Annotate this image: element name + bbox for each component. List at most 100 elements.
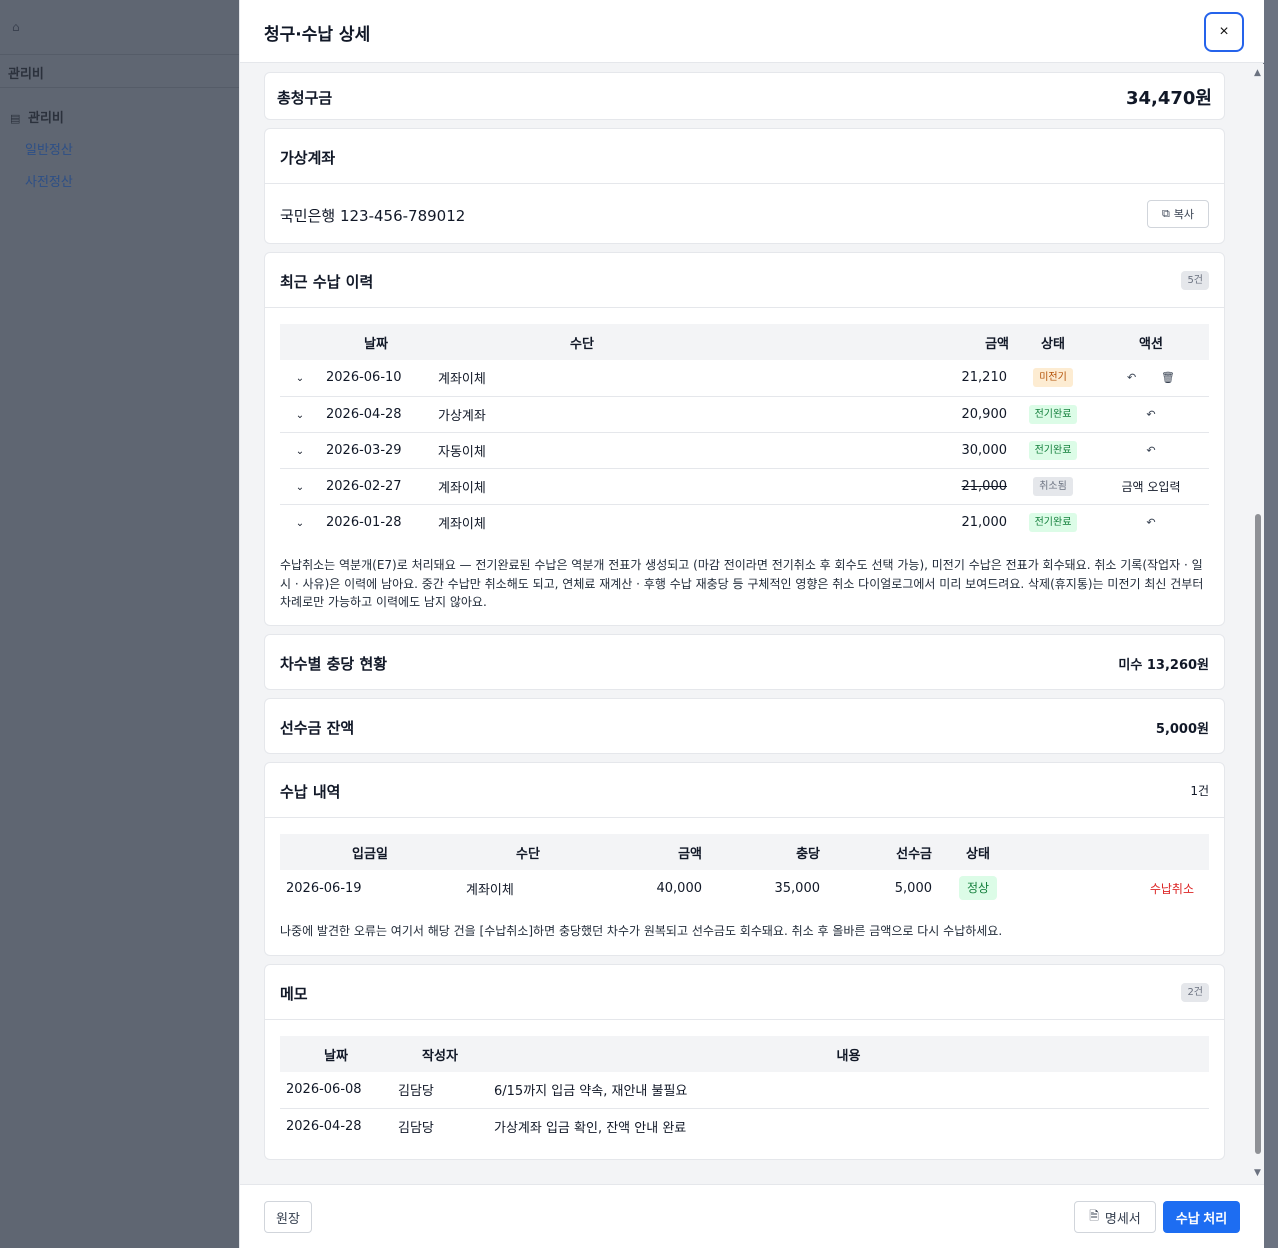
sidebar-group[interactable]: ▤ 관리비 xyxy=(10,107,64,126)
row-amount: 30,000 xyxy=(732,432,1013,469)
memo-card: 메모 2건 날짜 작성자 내용 2026-06-08 김담당 6/15까지 입금… xyxy=(264,964,1225,1160)
card-header: 수납 내역 1건 xyxy=(265,763,1224,818)
row-date: 2026-02-27 xyxy=(320,468,432,505)
scroll-down-arrow-icon[interactable]: ▼ xyxy=(1254,1168,1261,1178)
sidebar-item-pre-settlement[interactable]: 사전정산 xyxy=(25,171,73,190)
sidebar-divider xyxy=(0,54,239,55)
col-date: 날짜 xyxy=(280,1036,392,1072)
chevron-down-icon[interactable]: ⌄ xyxy=(296,410,304,421)
document-icon: 🗎 xyxy=(1089,1208,1099,1223)
billing-detail-modal: 청구·수납 상세 × 총청구금 34,470원 가상계좌 국민은행 123-45… xyxy=(239,0,1264,1248)
chevron-down-icon[interactable]: ⌄ xyxy=(296,518,304,529)
col-amount: 금액 xyxy=(596,834,708,870)
row-method: 계좌이체 xyxy=(432,468,732,505)
row-amount: 40,000 xyxy=(656,880,703,896)
col-action: 액션 xyxy=(1093,324,1209,360)
copy-button[interactable]: ⧉ 복사 xyxy=(1147,200,1209,228)
scrollbar-thumb[interactable] xyxy=(1255,514,1261,1154)
table-header-row: 날짜 작성자 내용 xyxy=(280,1036,1209,1072)
modal-header: 청구·수납 상세 × xyxy=(240,0,1264,63)
table-header-row: 입금일 수단 금액 충당 선수금 상태 xyxy=(280,834,1209,870)
allocation-status-card[interactable]: 차수별 충당 현황 미수 13,260원 xyxy=(264,634,1225,690)
copy-label: 복사 xyxy=(1173,209,1195,221)
prepaid-balance-card[interactable]: 선수금 잔액 5,000원 xyxy=(264,698,1225,754)
background-sidebar: ⌂ 관리비 ▤ 관리비 일반정산 사전정산 xyxy=(0,0,239,1248)
close-icon: × xyxy=(1219,23,1229,40)
chevron-down-icon[interactable]: ⌄ xyxy=(296,446,304,457)
scroll-up-arrow-icon[interactable]: ▲ xyxy=(1254,68,1261,78)
col-method: 수단 xyxy=(432,324,732,360)
col-status: 상태 xyxy=(1013,324,1093,360)
row-amount: 21,000 xyxy=(732,468,1013,505)
process-payment-button[interactable]: 수납 처리 xyxy=(1163,1201,1240,1233)
cancel-payment-link[interactable]: 수납취소 xyxy=(1150,882,1194,896)
table-header-row: 날짜 수단 금액 상태 액션 xyxy=(280,324,1209,360)
col-amount: 금액 xyxy=(732,324,1013,360)
table-row: ⌄ 2026-03-29 자동이체 30,000 전기완료 ↶ xyxy=(280,432,1209,469)
status-badge: 전기완료 xyxy=(1028,440,1078,460)
row-method: 자동이체 xyxy=(432,432,732,469)
receipt-icon: ▤ xyxy=(10,112,21,125)
row-amount: 21,000 xyxy=(961,514,1008,530)
virtual-account-card: 가상계좌 국민은행 123-456-789012 ⧉ 복사 xyxy=(264,128,1225,244)
col-date: 날짜 xyxy=(320,324,432,360)
chevron-down-icon[interactable]: ⌄ xyxy=(296,373,304,384)
table-row: ⌄ 2026-02-27 계좌이체 21,000 취소됨 금액 오입력 xyxy=(280,468,1209,505)
history-table: 날짜 수단 금액 상태 액션 ⌄ 2026-06-10 계좌이체 21,210 … xyxy=(280,324,1209,540)
payments-note: 나중에 발견한 오류는 여기서 해당 건을 [수납취소]하면 충당했던 차수가 … xyxy=(280,924,1003,938)
row-method: 계좌이체 xyxy=(432,360,732,397)
payments-count: 1건 xyxy=(1190,784,1209,798)
row-date: 2026-04-28 xyxy=(320,396,432,433)
trash-icon[interactable]: 🗑 xyxy=(1161,371,1175,384)
col-prepaid: 선수금 xyxy=(826,834,938,870)
memo-count-badge: 2건 xyxy=(1181,983,1209,1002)
payment-list-card: 수납 내역 1건 입금일 수단 금액 충당 선수금 상태 2026-06-19 … xyxy=(264,762,1225,956)
scrollbar[interactable]: ▲ ▼ xyxy=(1252,64,1264,1184)
card-header: 차수별 충당 현황 미수 13,260원 xyxy=(265,635,1224,690)
row-content: 6/15까지 입금 약속, 재안내 불필요 xyxy=(488,1072,1209,1109)
row-amount: 20,900 xyxy=(732,396,1013,433)
undo-icon[interactable]: ↶ xyxy=(1146,444,1155,457)
card-header: 최근 수납 이력 5건 xyxy=(265,253,1224,308)
sidebar-item-general-settlement[interactable]: 일반정산 xyxy=(25,139,73,158)
row-date: 2026-06-19 xyxy=(286,880,362,896)
memo-title: 메모 xyxy=(280,985,308,1003)
history-title: 최근 수납 이력 xyxy=(280,273,374,291)
allocation-title: 차수별 충당 현황 xyxy=(280,655,388,673)
undo-icon[interactable]: ↶ xyxy=(1146,408,1155,421)
modal-body: 총청구금 34,470원 가상계좌 국민은행 123-456-789012 ⧉ 복… xyxy=(240,64,1252,1184)
history-count-badge: 5건 xyxy=(1181,271,1209,290)
modal-title: 청구·수납 상세 xyxy=(264,25,371,45)
row-date: 2026-01-28 xyxy=(326,514,402,530)
ledger-button[interactable]: 원장 xyxy=(264,1201,312,1233)
cancel-reason: 금액 오입력 xyxy=(1093,468,1209,505)
total-label: 총청구금 xyxy=(277,89,333,107)
row-author: 김담당 xyxy=(392,1072,488,1109)
statement-button[interactable]: 🗎 명세서 xyxy=(1074,1201,1156,1233)
col-method: 수단 xyxy=(460,834,596,870)
statement-label: 명세서 xyxy=(1104,1210,1141,1226)
row-content: 가상계좌 입금 확인, 잔액 안내 완료 xyxy=(494,1120,687,1136)
chevron-down-icon[interactable]: ⌄ xyxy=(296,482,304,493)
undo-icon[interactable]: ↶ xyxy=(1127,371,1136,384)
row-method: 계좌이체 xyxy=(438,516,486,532)
virtual-account-title: 가상계좌 xyxy=(280,149,336,167)
undo-icon[interactable]: ↶ xyxy=(1146,516,1155,529)
close-button[interactable]: × xyxy=(1204,12,1244,52)
row-date: 2026-03-29 xyxy=(320,432,432,469)
row-allocated: 35,000 xyxy=(774,880,821,896)
status-badge: 전기완료 xyxy=(1028,404,1078,424)
col-content: 내용 xyxy=(488,1036,1209,1072)
card-header: 메모 2건 xyxy=(265,965,1224,1020)
memo-table: 날짜 작성자 내용 2026-06-08 김담당 6/15까지 입금 약속, 재… xyxy=(280,1036,1209,1144)
row-date: 2026-06-10 xyxy=(320,360,432,397)
home-icon[interactable]: ⌂ xyxy=(12,20,26,34)
prepaid-title: 선수금 잔액 xyxy=(280,719,355,737)
history-note: 수납취소는 역분개(E7)로 처리돼요 — 전기완료된 수납은 역분개 전표가 … xyxy=(280,558,1204,609)
row-prepaid: 5,000 xyxy=(894,880,932,896)
col-author: 작성자 xyxy=(392,1036,488,1072)
col-deposit-date: 입금일 xyxy=(280,834,460,870)
allocation-value: 미수 13,260원 xyxy=(1118,658,1209,673)
sidebar-title: 관리비 xyxy=(8,67,44,82)
table-row: 2026-06-08 김담당 6/15까지 입금 약속, 재안내 불필요 xyxy=(280,1072,1209,1109)
